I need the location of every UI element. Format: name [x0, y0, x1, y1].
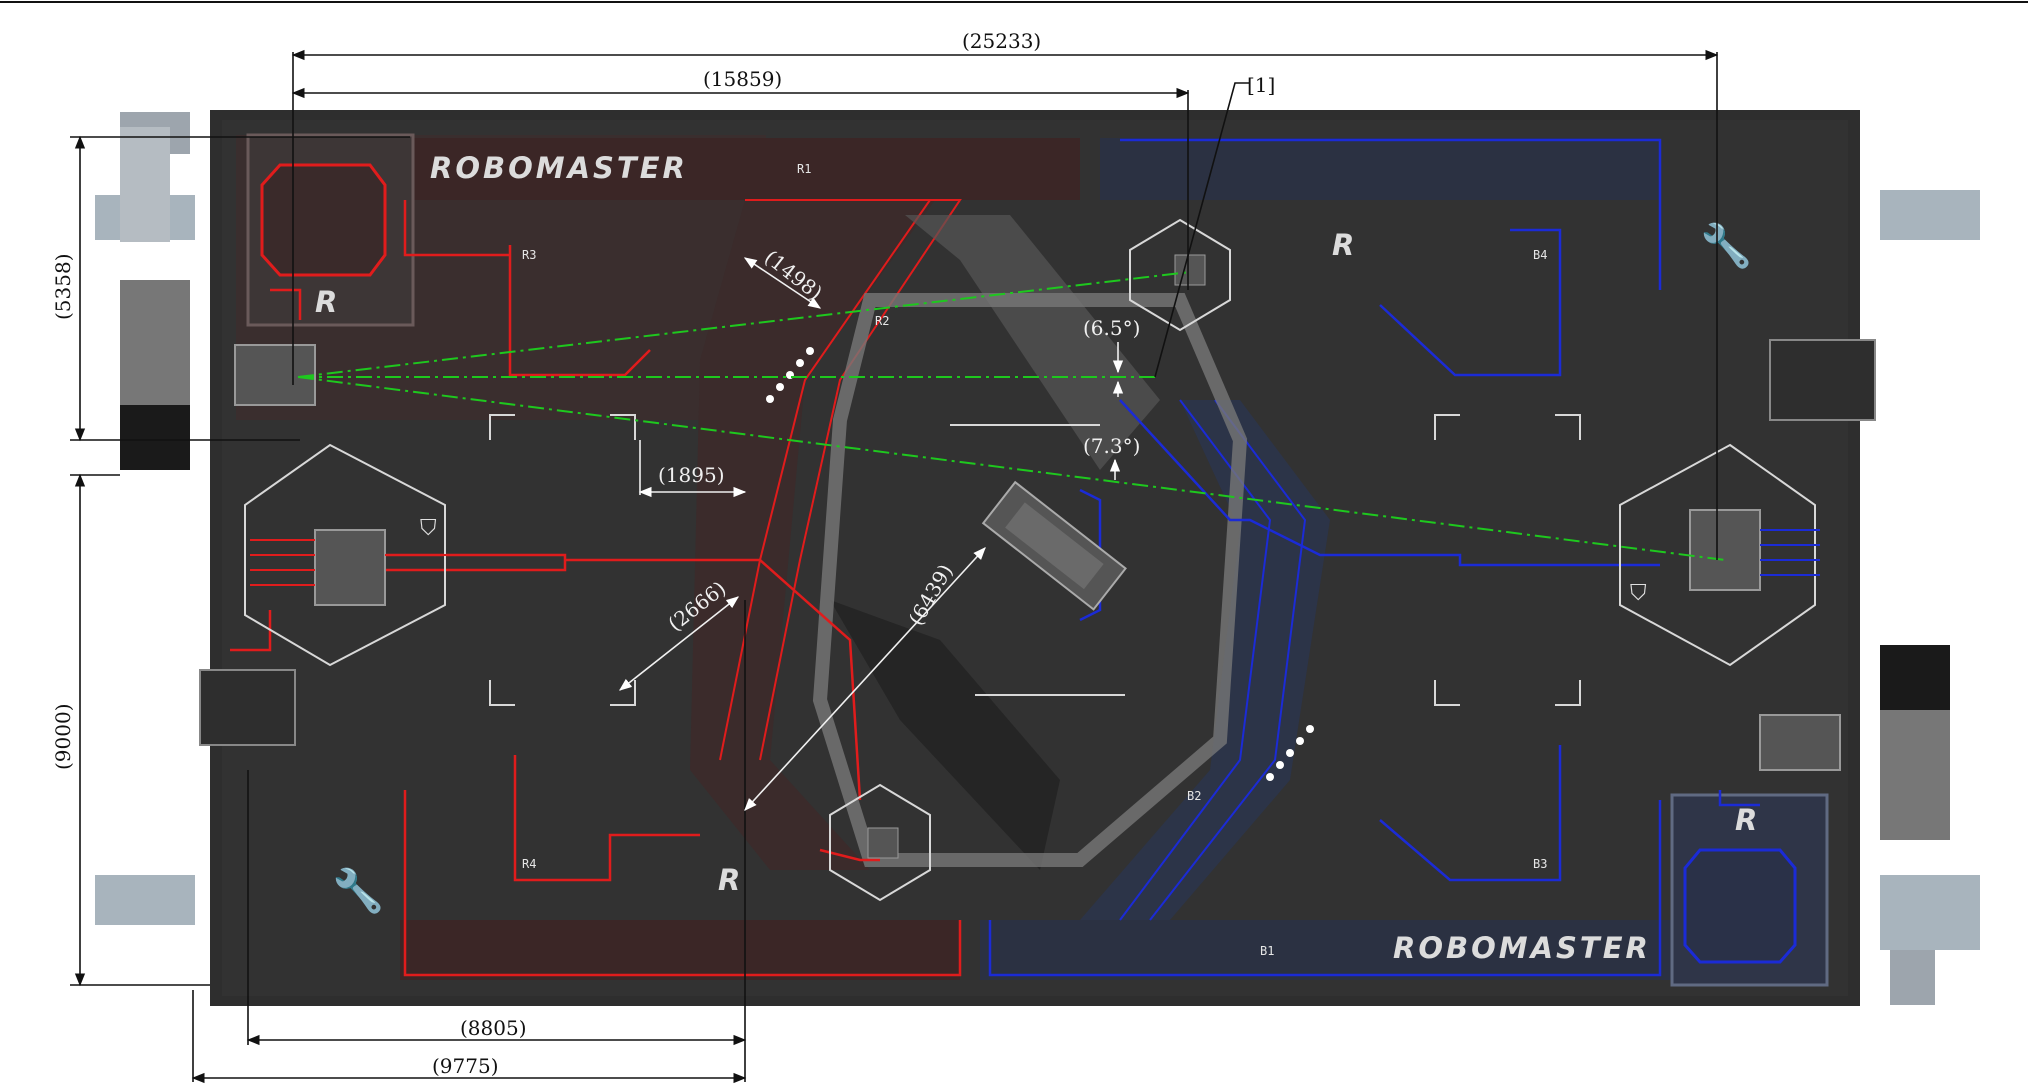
- dim-overall-length: (25233): [962, 29, 1041, 53]
- red-bottom-lane: [400, 920, 960, 980]
- logo-red: ROBOMASTER: [430, 151, 688, 185]
- logo-blue: ROBOMASTER: [1393, 931, 1651, 965]
- emblem-red-buff: R: [718, 863, 743, 897]
- dim-angle-lower: (7.3°): [1083, 434, 1140, 458]
- wrench-icon-red: 🔧: [332, 865, 384, 915]
- blue-robot-launch: [1759, 714, 1841, 771]
- dim-bottom-9775: (9775): [432, 1054, 499, 1078]
- dim-left-lower-height: (9000): [51, 703, 75, 770]
- zone-r4: R4: [522, 857, 536, 871]
- zone-b2: B2: [1187, 789, 1201, 803]
- zone-b4: B4: [1533, 248, 1547, 262]
- callout-1: [1]: [1247, 73, 1275, 97]
- shield-icon-red: ⛉: [420, 516, 437, 541]
- red-robot-launch: [234, 344, 316, 406]
- zone-r2: R2: [875, 314, 889, 328]
- blue-robot-side: [1769, 339, 1876, 421]
- emblem-red-base: R: [315, 285, 340, 319]
- zone-r3: R3: [522, 248, 536, 262]
- shield-icon-blue: ⛉: [1630, 581, 1647, 606]
- emblem-blue-base: R: [1735, 803, 1760, 837]
- dim-gap-1895: (1895): [658, 463, 725, 487]
- arena-drawing: 🔧 🔧 ⛉ ⛉ ROBOMASTER ROBOMASTER R R R R R1…: [0, 1, 2028, 1084]
- field: 🔧 🔧 ⛉ ⛉ ROBOMASTER ROBOMASTER R R R R R1…: [95, 110, 1980, 1006]
- dim-bottom-8805: (8805): [460, 1016, 527, 1040]
- blue-top-lane: [1100, 138, 1660, 200]
- zone-b1: B1: [1260, 944, 1274, 958]
- emblem-blue-buff: R: [1332, 228, 1357, 262]
- red-robot-side: [199, 669, 296, 746]
- dim-angle-upper: (6.5°): [1083, 316, 1140, 340]
- wrench-icon-blue: 🔧: [1700, 220, 1752, 270]
- dim-length-to-marker: (15859): [703, 67, 782, 91]
- zone-b3: B3: [1533, 857, 1547, 871]
- zone-r1: R1: [797, 162, 811, 176]
- dim-left-upper-height: (5358): [51, 253, 75, 320]
